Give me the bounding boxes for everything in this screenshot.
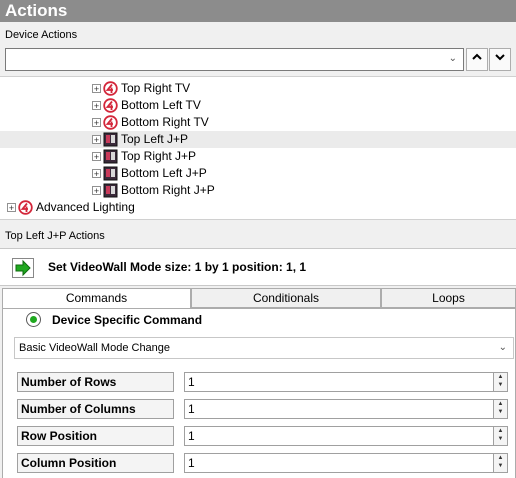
crestron-logo-icon bbox=[103, 98, 118, 114]
radio-dot bbox=[30, 316, 37, 323]
tree-item-label: Bottom Left J+P bbox=[121, 166, 207, 180]
move-up-button[interactable] bbox=[466, 48, 488, 71]
display-device-icon bbox=[103, 132, 118, 147]
param-label-row-position: Row Position bbox=[17, 426, 174, 446]
tree-item-label: Bottom Right TV bbox=[121, 115, 209, 129]
tree-item-label: Top Left J+P bbox=[121, 132, 189, 146]
expand-icon[interactable]: + bbox=[92, 118, 101, 128]
tree-item[interactable]: + Bottom Left TV bbox=[92, 97, 201, 114]
param-label-rows: Number of Rows bbox=[17, 372, 174, 392]
expand-icon[interactable]: + bbox=[92, 84, 101, 94]
param-input-row-position[interactable]: 1 bbox=[184, 426, 494, 446]
tree-item[interactable]: + Top Right TV bbox=[92, 80, 190, 97]
param-label-column-position: Column Position bbox=[17, 453, 174, 473]
tree-item-label: Top Right J+P bbox=[121, 149, 197, 163]
device-actions-combo[interactable]: ⌄ bbox=[5, 48, 464, 71]
expand-icon[interactable]: + bbox=[92, 152, 101, 162]
tree-item[interactable]: + Bottom Right J+P bbox=[92, 182, 215, 199]
display-device-icon bbox=[103, 183, 118, 198]
param-input-rows[interactable]: 1 bbox=[184, 372, 494, 392]
crestron-logo-icon bbox=[18, 200, 33, 216]
display-device-icon bbox=[103, 166, 118, 181]
tree-item[interactable]: + Bottom Right TV bbox=[92, 114, 209, 131]
device-specific-radio[interactable] bbox=[26, 312, 41, 327]
tree-item-label: Bottom Right J+P bbox=[121, 183, 215, 197]
tab-conditionals[interactable]: Conditionals bbox=[191, 288, 381, 308]
param-input-columns[interactable]: 1 bbox=[184, 399, 494, 419]
spinner-row-position[interactable]: ▲ ▼ bbox=[493, 426, 508, 446]
move-down-button[interactable] bbox=[489, 48, 511, 71]
device-tree[interactable]: + Top Right TV + Bottom Left TV + Bottom Righ… bbox=[0, 76, 516, 220]
tree-item[interactable]: + Advanced Lighting bbox=[7, 199, 135, 216]
device-specific-label: Device Specific Command bbox=[52, 313, 203, 327]
command-select-value: Basic VideoWall Mode Change bbox=[19, 342, 171, 354]
display-device-icon bbox=[103, 149, 118, 164]
chevron-down-icon bbox=[495, 54, 505, 61]
crestron-logo-icon bbox=[103, 81, 118, 97]
param-input-column-position[interactable]: 1 bbox=[184, 453, 494, 473]
tree-item-label: Top Right TV bbox=[121, 81, 191, 95]
expand-icon[interactable]: + bbox=[92, 135, 101, 145]
device-actions-label: Device Actions bbox=[0, 25, 78, 45]
chevron-down-icon: ⌄ bbox=[498, 342, 507, 353]
tab-commands[interactable]: Commands bbox=[2, 288, 191, 309]
expand-icon[interactable]: + bbox=[92, 186, 101, 196]
expand-icon[interactable]: + bbox=[92, 101, 101, 111]
spinner-rows[interactable]: ▲ ▼ bbox=[493, 372, 508, 392]
crestron-logo-icon bbox=[103, 115, 118, 131]
spinner-columns[interactable]: ▲ ▼ bbox=[493, 399, 508, 419]
chevron-up-icon bbox=[472, 53, 482, 60]
command-text: Set VideoWall Mode size: 1 by 1 position… bbox=[48, 260, 307, 274]
tree-item[interactable]: + Top Right J+P bbox=[92, 148, 196, 165]
selected-actions-label: Top Left J+P Actions bbox=[0, 226, 105, 246]
tab-loops[interactable]: Loops bbox=[381, 288, 516, 308]
tree-item-label: Bottom Left TV bbox=[121, 98, 201, 112]
tree-item[interactable]: + Bottom Left J+P bbox=[92, 165, 207, 182]
tree-item[interactable]: + Top Left J+P bbox=[0, 131, 516, 148]
param-label-columns: Number of Columns bbox=[17, 399, 174, 419]
expand-icon[interactable]: + bbox=[92, 169, 101, 179]
expand-icon[interactable]: + bbox=[7, 203, 16, 213]
spinner-column-position[interactable]: ▲ ▼ bbox=[493, 453, 508, 473]
arrow-right-icon bbox=[15, 259, 31, 277]
window-title: Actions bbox=[0, 0, 516, 22]
tree-item-label: Advanced Lighting bbox=[36, 200, 135, 214]
chevron-down-icon: ⌄ bbox=[448, 53, 457, 64]
command-select[interactable]: Basic VideoWall Mode Change ⌄ bbox=[14, 337, 514, 359]
run-command-button[interactable] bbox=[12, 258, 34, 278]
